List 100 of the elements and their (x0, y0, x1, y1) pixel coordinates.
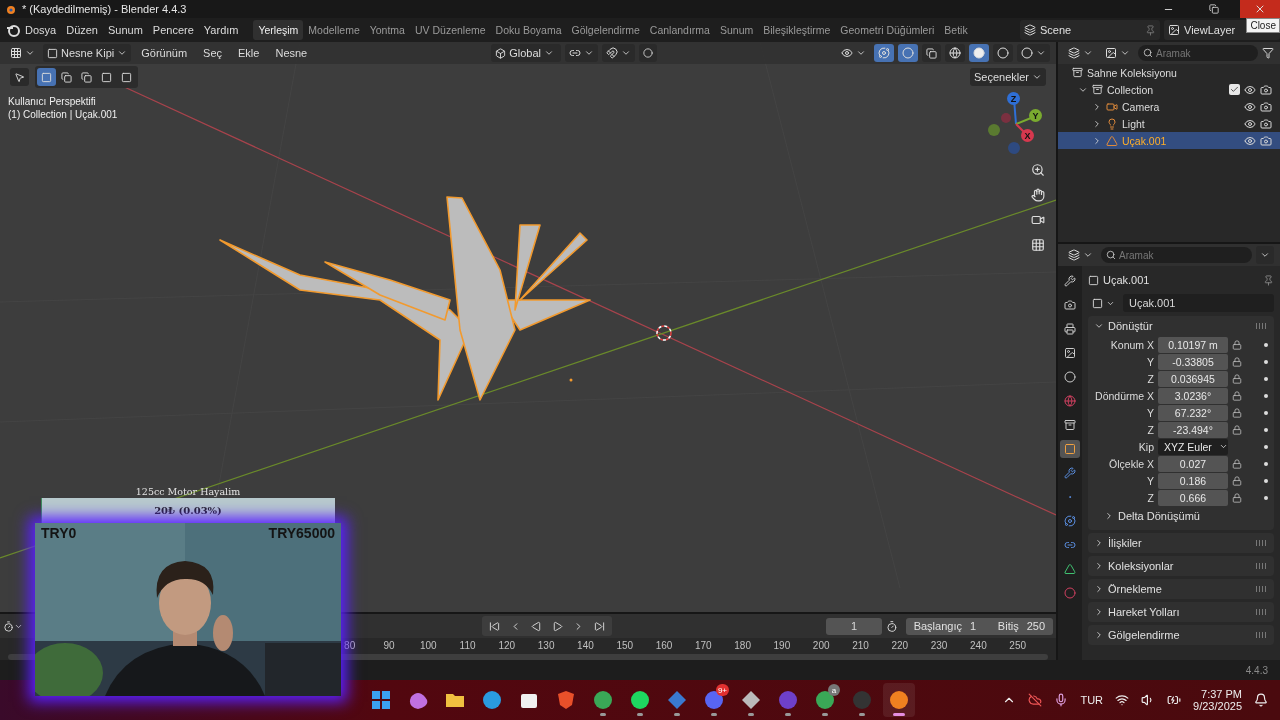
number-field[interactable]: 0.10197 m (1158, 336, 1228, 353)
battery-icon[interactable] (1167, 693, 1182, 707)
outliner-item[interactable]: Collection (1107, 83, 1154, 96)
notification-icon[interactable] (1254, 693, 1268, 707)
current-frame-field[interactable]: 1 (826, 617, 882, 635)
outliner-row[interactable]: Camera (1058, 98, 1280, 115)
mic-icon[interactable] (1054, 693, 1069, 707)
wireframe-button[interactable] (945, 44, 965, 62)
keyframe-dot-icon[interactable] (1264, 478, 1268, 483)
number-field[interactable]: 0.186 (1158, 472, 1228, 489)
outliner-item[interactable]: Light (1122, 117, 1145, 130)
lock-icon[interactable] (1232, 492, 1242, 503)
frame-range-field[interactable]: Başlangıç 1 Bitiş 250 (905, 617, 1053, 635)
eye-icon[interactable] (1244, 100, 1256, 113)
outliner-row[interactable]: Light (1058, 115, 1280, 132)
filter-icon[interactable] (1262, 47, 1274, 59)
expand-icon[interactable] (1094, 321, 1104, 331)
outliner-item[interactable]: Camera (1122, 100, 1160, 113)
grid-icon[interactable] (370, 689, 392, 711)
options-dropdown[interactable]: Seçenekler (969, 68, 1046, 86)
workspace-tab[interactable]: Yerleşim (253, 20, 304, 40)
menu-item[interactable]: Ekle (232, 47, 266, 59)
menu-item[interactable]: Pencere (147, 24, 199, 36)
number-field[interactable]: 0.666 (1158, 489, 1228, 506)
expand-icon[interactable] (1092, 101, 1102, 112)
eye-icon[interactable] (1244, 134, 1256, 147)
language-indicator[interactable]: TUR (1080, 694, 1104, 706)
keyframe-dot-icon[interactable] (1264, 461, 1268, 466)
search-field[interactable]: Aramak (1101, 247, 1252, 263)
gizmo-button[interactable] (874, 44, 894, 62)
expand-icon[interactable] (1092, 118, 1102, 129)
expand-icon[interactable] (1094, 584, 1104, 594)
number-field[interactable]: -23.494° (1158, 421, 1228, 438)
select-new-button[interactable] (37, 68, 56, 86)
expand-icon[interactable] (1094, 538, 1104, 548)
overlay-button[interactable] (898, 44, 918, 62)
axis-handle[interactable]: X (1021, 129, 1034, 142)
blender-logo-icon[interactable] (6, 23, 20, 37)
keyframe-dot-icon[interactable] (1264, 444, 1268, 449)
camera-icon[interactable] (1260, 100, 1272, 113)
camera-icon[interactable] (1260, 134, 1272, 147)
keyframe-dot-icon[interactable] (1264, 495, 1268, 500)
expand-icon[interactable] (1094, 561, 1104, 571)
wifi-icon[interactable] (1115, 693, 1130, 707)
keyframe-dot-icon[interactable] (1264, 410, 1268, 415)
expand-icon[interactable] (1094, 607, 1104, 617)
workspace-tab[interactable]: Geometri Düğümleri (835, 20, 940, 40)
solid-shading-button[interactable] (969, 44, 989, 62)
scene-selector[interactable]: Scene (1020, 20, 1160, 40)
xray-button[interactable] (922, 44, 941, 62)
stopwatch-icon[interactable] (885, 619, 898, 633)
outliner-item[interactable]: Sahne Koleksiyonu (1087, 66, 1177, 79)
number-field[interactable]: -0.33805 (1158, 353, 1228, 370)
workspace-tab[interactable]: UV Düzenleme (409, 20, 491, 40)
menu-item[interactable]: Seç (197, 47, 229, 59)
keyframe-dot-icon[interactable] (1264, 393, 1268, 398)
snap-button[interactable] (602, 44, 636, 62)
app-icon[interactable] (703, 689, 725, 711)
properties-tab[interactable] (1060, 440, 1080, 458)
material-shading-button[interactable] (993, 44, 1013, 62)
outliner-row[interactable]: Uçak.001 (1058, 132, 1280, 149)
menu-item[interactable]: Düzen (61, 24, 103, 36)
select-tool-button[interactable] (10, 68, 29, 86)
lock-icon[interactable] (1232, 458, 1242, 469)
rendered-shading-button[interactable] (1017, 44, 1050, 62)
workspace-tab[interactable]: Bileşikleştirme (758, 20, 836, 40)
eye-icon[interactable] (1244, 117, 1256, 130)
search-field[interactable]: Aramak (1138, 45, 1258, 61)
number-field[interactable]: 0.036945 (1158, 370, 1228, 387)
camera-icon[interactable] (1260, 83, 1272, 96)
keyframe-dot-icon[interactable] (1264, 427, 1268, 432)
menu-item[interactable]: Nesne (269, 47, 314, 59)
taskbar-app[interactable] (883, 683, 915, 717)
lock-icon[interactable] (1232, 356, 1242, 367)
expand-icon[interactable] (1094, 630, 1104, 640)
number-field[interactable]: 3.0236° (1158, 387, 1228, 404)
menu-item[interactable]: Sunum (103, 24, 148, 36)
lock-icon[interactable] (1232, 373, 1242, 384)
lock-icon[interactable] (1232, 407, 1242, 418)
workspace-tab[interactable]: Gölgelendirme (566, 20, 645, 40)
workspace-tab[interactable]: Doku Boyama (490, 20, 567, 40)
expand-icon[interactable] (1092, 135, 1102, 146)
menu-item[interactable]: Yardım (198, 24, 244, 36)
menu-item[interactable]: Görünüm (135, 47, 194, 59)
menu-item[interactable]: Dosya (20, 24, 62, 36)
outliner-item[interactable]: Uçak.001 (1122, 134, 1167, 147)
keyframe-dot-icon[interactable] (1264, 359, 1268, 364)
axis-handle[interactable]: Z (1007, 92, 1020, 105)
axis-handle[interactable]: Y (1029, 109, 1042, 122)
panel-title[interactable]: Delta Dönüşümü (1118, 510, 1274, 522)
taskbar-app[interactable]: 9+ (698, 683, 730, 717)
name-field[interactable]: Uçak.001 (1123, 294, 1274, 312)
mode-dropdown[interactable]: Nesne Kipi (43, 44, 132, 62)
workspace-tab[interactable]: Modelleme (303, 20, 365, 40)
cloud-off-icon[interactable] (1028, 693, 1043, 707)
app-icon[interactable] (814, 689, 836, 711)
lock-icon[interactable] (1232, 390, 1242, 401)
pin-icon[interactable] (1263, 274, 1274, 286)
clock[interactable]: 7:37 PM 9/23/2025 (1193, 688, 1242, 712)
proportional-button[interactable] (639, 44, 658, 62)
